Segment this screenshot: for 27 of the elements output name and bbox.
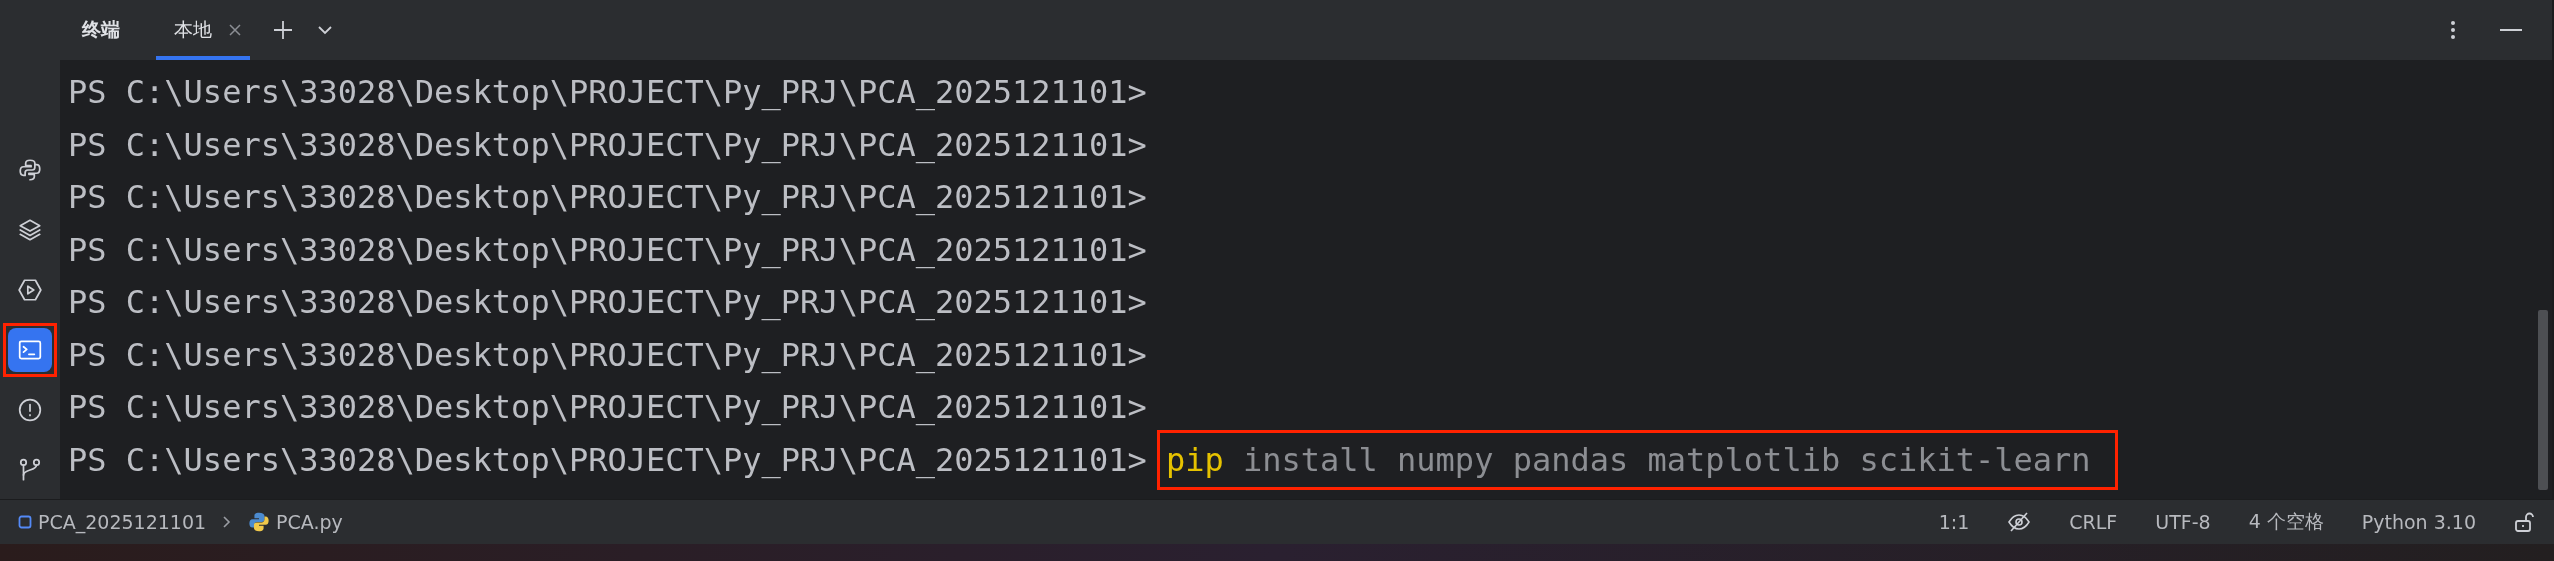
more-icon[interactable] bbox=[2450, 20, 2456, 40]
indent-setting[interactable]: 4 个空格 bbox=[2248, 509, 2324, 535]
terminal-prompt: PS C:\Users\33028\Desktop\PROJECT\Py_PRJ\PCA_2025121101> bbox=[68, 335, 1147, 374]
python-icon bbox=[248, 511, 271, 533]
project-icon bbox=[18, 515, 32, 529]
lock-icon[interactable] bbox=[2514, 511, 2536, 533]
terminal-prompt: PS C:\Users\33028\Desktop\PROJECT\Py_PRJ\PCA_2025121101> bbox=[68, 178, 1147, 217]
eye-off-icon[interactable] bbox=[2007, 511, 2032, 533]
interpreter-setting[interactable]: Python 3.10 bbox=[2361, 511, 2476, 533]
line-ending[interactable]: CRLF bbox=[2069, 511, 2118, 533]
chevron-right-icon bbox=[222, 515, 233, 529]
terminal-prompt: PS C:\Users\33028\Desktop\PROJECT\Py_PRJ\PCA_2025121101> bbox=[68, 230, 1147, 269]
cursor-position[interactable]: 1:1 bbox=[1938, 511, 1970, 533]
terminal-prompt: PS C:\Users\33028\Desktop\PROJECT\Py_PRJ\PCA_2025121101> bbox=[68, 73, 1147, 112]
file-encoding[interactable]: UTF-8 bbox=[2155, 511, 2211, 533]
minimize-icon[interactable] bbox=[2500, 28, 2522, 32]
terminal-prompt: PS C:\Users\33028\Desktop\PROJECT\Py_PRJ\PCA_2025121101> bbox=[68, 440, 1147, 479]
terminal-prompt: PS C:\Users\33028\Desktop\PROJECT\Py_PRJ\PCA_2025121101> bbox=[68, 388, 1147, 427]
panel-title: 终端 bbox=[82, 17, 120, 42]
scrollbar-thumb[interactable] bbox=[2538, 310, 2548, 490]
close-icon[interactable] bbox=[228, 23, 242, 37]
command-text: pip install numpy pandas matplotlib scikit-learn bbox=[1156, 429, 2118, 490]
terminal-prompt: PS C:\Users\33028\Desktop\PROJECT\Py_PRJ\PCA_2025121101> bbox=[68, 125, 1147, 164]
breadcrumb-item[interactable]: PCA.py bbox=[248, 511, 343, 533]
terminal-prompt: PS C:\Users\33028\Desktop\PROJECT\Py_PRJ\PCA_2025121101> bbox=[68, 283, 1147, 322]
add-icon[interactable] bbox=[272, 19, 294, 41]
breadcrumb-item[interactable]: PCA_2025121101 bbox=[18, 511, 207, 533]
